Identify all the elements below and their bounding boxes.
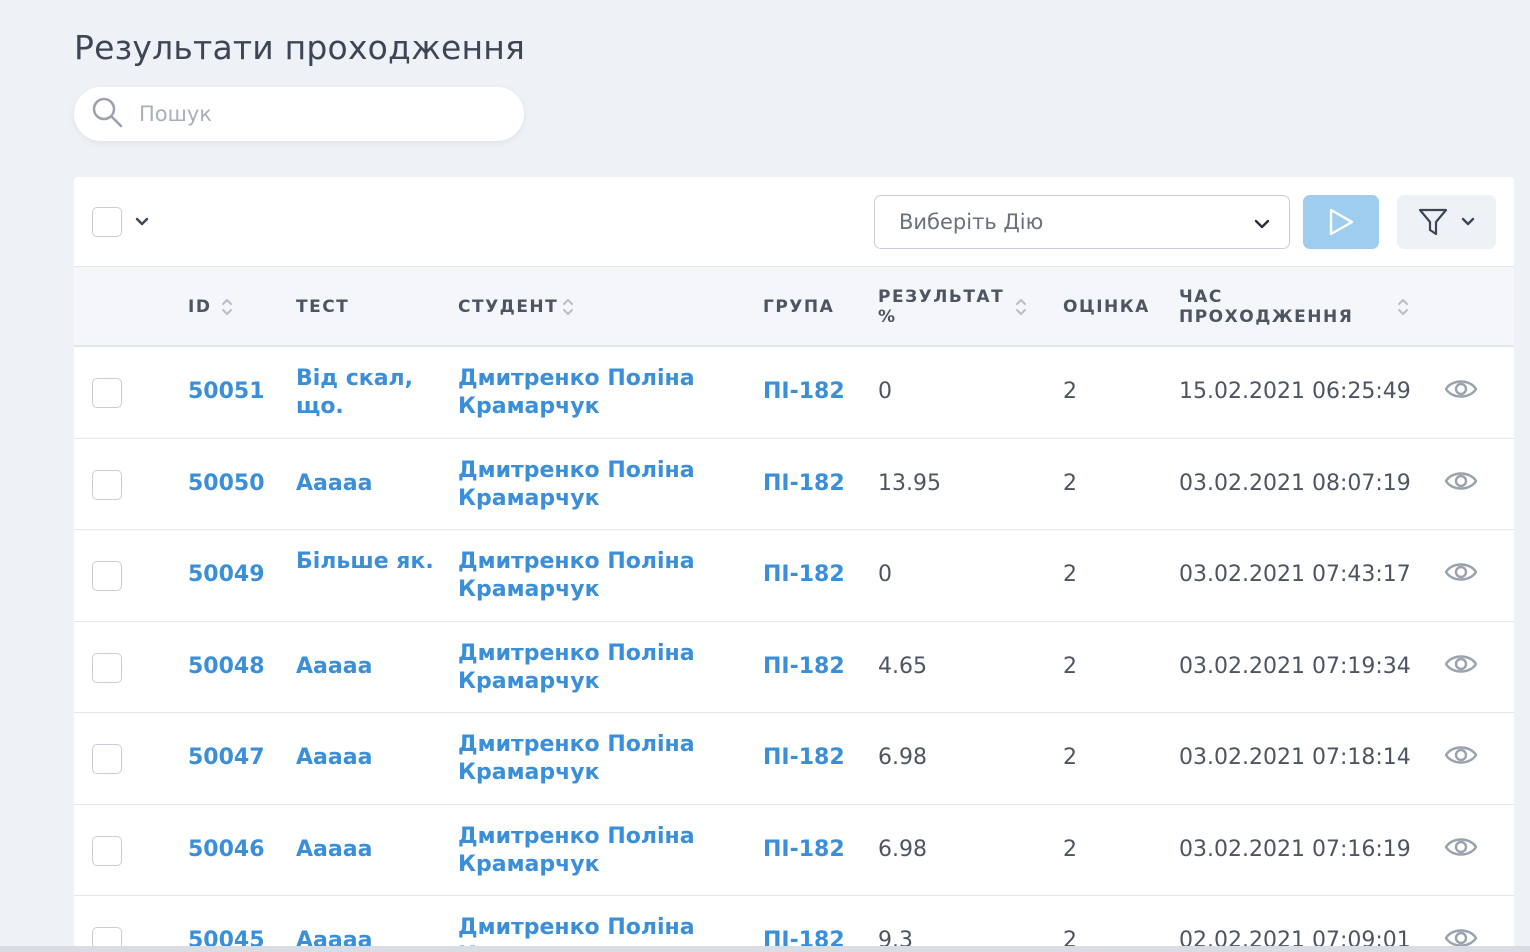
table-row: 50051 Від скал, що. Дмитренко Поліна Кра… [74, 347, 1514, 439]
group-link[interactable]: ПІ-182 [763, 470, 845, 498]
column-header-id[interactable]: ID [188, 297, 211, 317]
grade-value: 2 [1063, 379, 1077, 404]
table-body: 50051 Від скал, що. Дмитренко Поліна Кра… [74, 347, 1514, 952]
group-link[interactable]: ПІ-182 [763, 653, 845, 681]
result-id-link[interactable]: 50051 [188, 378, 265, 406]
page-title: Результати проходження [74, 28, 526, 67]
student-link[interactable]: Дмитренко Поліна Крамарчук [458, 823, 728, 879]
row-checkbox[interactable] [92, 561, 122, 591]
column-header-result-line2: % [878, 307, 897, 327]
table-row: 50048 Ааааа Дмитренко Поліна Крамарчук П… [74, 622, 1514, 713]
table-row: 50049 Більше як. Дмитренко Поліна Крамар… [74, 530, 1514, 622]
completion-time: 03.02.2021 07:16:19 [1179, 836, 1411, 862]
column-header-group: ГРУПА [763, 297, 835, 317]
result-id-link[interactable]: 50046 [188, 836, 265, 864]
test-link[interactable]: Від скал, що. [296, 365, 436, 421]
column-header-time-line2: ПРОХОДЖЕННЯ [1179, 307, 1354, 327]
column-header-student[interactable]: СТУДЕНТ [458, 297, 558, 317]
search-input[interactable] [139, 102, 499, 126]
search-box[interactable] [74, 87, 524, 141]
grade-value: 2 [1063, 562, 1077, 587]
completion-time: 03.02.2021 08:07:19 [1179, 470, 1411, 496]
chevron-down-icon [1254, 219, 1270, 229]
student-link[interactable]: Дмитренко Поліна Крамарчук [458, 640, 728, 696]
play-icon [1329, 208, 1354, 236]
result-id-link[interactable]: 50047 [188, 744, 265, 772]
search-icon [90, 95, 124, 133]
result-id-link[interactable]: 50049 [188, 561, 265, 589]
eye-icon[interactable] [1444, 558, 1478, 586]
student-link[interactable]: Дмитренко Поліна Крамарчук [458, 731, 728, 787]
test-link[interactable]: Ааааа [296, 744, 436, 772]
grade-value: 2 [1063, 836, 1077, 862]
eye-icon[interactable] [1444, 375, 1478, 403]
group-link[interactable]: ПІ-182 [763, 561, 845, 589]
test-link[interactable]: Більше як. [296, 548, 436, 576]
test-link[interactable]: Ааааа [296, 836, 436, 864]
group-link[interactable]: ПІ-182 [763, 378, 845, 406]
row-checkbox[interactable] [92, 469, 122, 500]
table-row: 50050 Ааааа Дмитренко Поліна Крамарчук П… [74, 439, 1514, 530]
eye-icon[interactable] [1444, 741, 1478, 769]
row-checkbox[interactable] [92, 835, 122, 866]
table-row: 50045 Ааааа Дмитренко Поліна Крамарчук П… [74, 896, 1514, 952]
student-link[interactable]: Дмитренко Поліна Крамарчук [458, 548, 728, 604]
table-row: 50046 Ааааа Дмитренко Поліна Крамарчук П… [74, 805, 1514, 896]
result-id-link[interactable]: 50050 [188, 470, 265, 498]
row-checkbox[interactable] [92, 652, 122, 683]
results-table-card: Виберіть Дію ID ТЕСТ СТУДЕНТ ГРУПА РЕЗУЛ… [74, 177, 1514, 952]
student-link[interactable]: Дмитренко Поліна Крамарчук [458, 365, 728, 421]
table-toolbar: Виберіть Дію [74, 177, 1514, 267]
eye-icon[interactable] [1444, 650, 1478, 678]
group-link[interactable]: ПІ-182 [763, 836, 845, 864]
table-row: 50047 Ааааа Дмитренко Поліна Крамарчук П… [74, 713, 1514, 805]
result-percent: 0 [878, 379, 892, 404]
sort-icon[interactable] [561, 295, 575, 319]
group-link[interactable]: ПІ-182 [763, 744, 845, 772]
column-header-grade: ОЦІНКА [1063, 297, 1150, 317]
grade-value: 2 [1063, 745, 1077, 770]
row-checkbox[interactable] [92, 378, 122, 408]
column-header-time-line1: ЧАС [1179, 287, 1223, 307]
column-header-result[interactable]: РЕЗУЛЬТАТ % [878, 287, 1004, 327]
column-header-result-line1: РЕЗУЛЬТАТ [878, 287, 1005, 307]
action-select-value: Виберіть Дію [899, 210, 1044, 234]
sort-icon[interactable] [220, 295, 234, 319]
result-percent: 6.98 [878, 836, 927, 862]
eye-icon[interactable] [1444, 833, 1478, 861]
result-percent: 4.65 [878, 653, 927, 679]
eye-icon[interactable] [1444, 467, 1478, 495]
action-select[interactable]: Виберіть Дію [874, 195, 1290, 249]
student-link[interactable]: Дмитренко Поліна Крамарчук [458, 457, 728, 513]
test-link[interactable]: Ааааа [296, 653, 436, 681]
completion-time: 03.02.2021 07:43:17 [1179, 562, 1411, 587]
table-header: ID ТЕСТ СТУДЕНТ ГРУПА РЕЗУЛЬТАТ % ОЦІНКА… [74, 267, 1514, 347]
select-all-checkbox[interactable] [92, 207, 122, 237]
chevron-down-icon [1461, 217, 1474, 226]
completion-time: 03.02.2021 07:18:14 [1179, 745, 1411, 770]
column-header-time[interactable]: ЧАС ПРОХОДЖЕННЯ [1179, 287, 1353, 327]
row-checkbox[interactable] [92, 744, 122, 774]
filter-icon [1418, 208, 1447, 236]
grade-value: 2 [1063, 470, 1077, 496]
sort-icon[interactable] [1014, 295, 1028, 319]
sort-icon[interactable] [1396, 295, 1410, 319]
horizontal-scrollbar[interactable] [0, 946, 1530, 952]
result-percent: 0 [878, 562, 892, 587]
result-percent: 13.95 [878, 470, 941, 496]
test-link[interactable]: Ааааа [296, 470, 436, 498]
completion-time: 15.02.2021 06:25:49 [1179, 379, 1411, 404]
completion-time: 03.02.2021 07:19:34 [1179, 653, 1411, 679]
chevron-down-icon[interactable] [134, 214, 150, 230]
result-percent: 6.98 [878, 745, 927, 770]
grade-value: 2 [1063, 653, 1077, 679]
column-header-test: ТЕСТ [296, 297, 350, 317]
result-id-link[interactable]: 50048 [188, 653, 265, 681]
filter-button[interactable] [1397, 195, 1496, 249]
run-action-button[interactable] [1303, 195, 1379, 249]
